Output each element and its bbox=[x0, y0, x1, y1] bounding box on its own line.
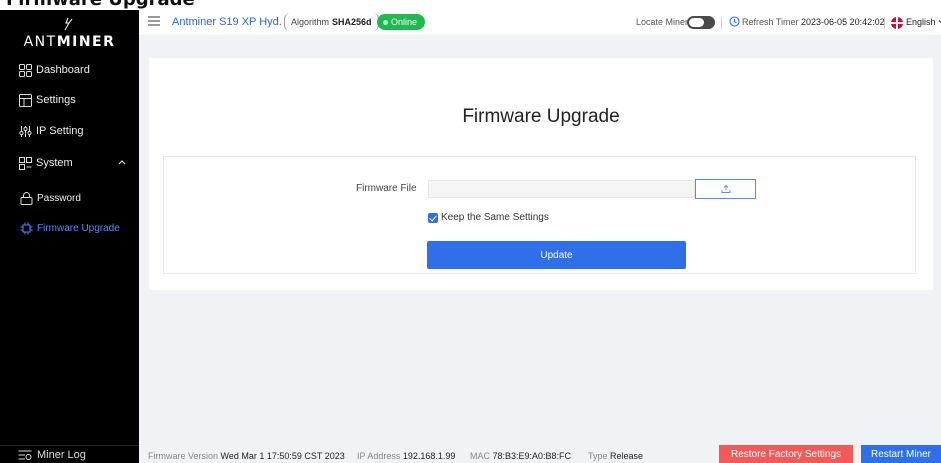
keep-settings-checkbox[interactable] bbox=[428, 213, 438, 223]
sidebar-item-label: Password bbox=[37, 192, 81, 204]
firmware-type-value: Release bbox=[610, 451, 644, 461]
firmware-version: Firmware Version Wed Mar 1 17:50:59 CST … bbox=[148, 451, 345, 461]
firmware-file-label: Firmware File bbox=[356, 183, 417, 194]
sidebar-item-label: Settings bbox=[36, 94, 76, 106]
ip-address: IP Address 192.168.1.99 bbox=[357, 451, 456, 461]
firmware-version-value: Wed Mar 1 17:50:59 CST 2023 bbox=[220, 451, 345, 461]
update-button[interactable]: Update bbox=[427, 241, 686, 269]
sidebar-item-label: Firmware Upgrade bbox=[37, 222, 120, 234]
network-icon bbox=[18, 124, 32, 138]
antminer-logo: ANTMINER bbox=[0, 10, 139, 50]
sidebar-item-password[interactable]: Password bbox=[0, 187, 139, 209]
ip-address-value: 192.168.1.99 bbox=[402, 451, 456, 461]
sidebar: ANTMINER Dashboard Settings IP Setting S… bbox=[0, 10, 139, 463]
sidebar-item-system[interactable]: System bbox=[0, 152, 139, 174]
system-icon bbox=[18, 156, 32, 170]
timer-icon[interactable] bbox=[729, 16, 740, 30]
refresh-timer-label: Refresh Timer bbox=[742, 17, 799, 27]
upload-icon bbox=[721, 184, 730, 193]
restart-miner-button[interactable]: Restart Miner bbox=[861, 445, 941, 463]
algorithm-badge: Algorithm SHA256d bbox=[284, 13, 379, 31]
upload-button[interactable] bbox=[695, 179, 756, 199]
header-divider bbox=[884, 17, 885, 29]
main-content: Firmware Upgrade Firmware File Keep the … bbox=[139, 36, 941, 445]
sidebar-item-dashboard[interactable]: Dashboard bbox=[0, 59, 139, 81]
mac-address-value: 78:B3:E9:A0:B8:FC bbox=[492, 451, 572, 461]
algorithm-label: Algorithm bbox=[291, 17, 330, 27]
status-label: Online bbox=[391, 17, 418, 27]
sidebar-item-firmware-upgrade[interactable]: Firmware Upgrade bbox=[0, 217, 139, 239]
cropped-heading-strip: Firmware Upgrade bbox=[0, 0, 941, 10]
sidebar-item-label: Dashboard bbox=[36, 64, 90, 76]
firmware-upgrade-card: Firmware Upgrade Firmware File Keep the … bbox=[149, 58, 933, 290]
algorithm-value: SHA256d bbox=[332, 17, 372, 27]
top-header: Antminer S19 XP Hyd. Algorithm SHA256d O… bbox=[139, 10, 941, 36]
menu-icon[interactable] bbox=[148, 16, 160, 29]
status-footer: Firmware Version Wed Mar 1 17:50:59 CST … bbox=[139, 445, 941, 463]
sidebar-item-ip-setting[interactable]: IP Setting bbox=[0, 120, 139, 142]
toggle-knob bbox=[689, 18, 704, 27]
refresh-timer[interactable]: Refresh Timer 2023-06-05 20:42:02 bbox=[742, 17, 885, 27]
grid-icon bbox=[18, 63, 32, 77]
sidebar-item-label: IP Setting bbox=[36, 125, 84, 137]
refresh-timer-value: 2023-06-05 20:42:02 bbox=[801, 17, 885, 27]
log-icon bbox=[18, 449, 32, 461]
locate-miner-label: Locate Miner bbox=[636, 17, 689, 27]
chip-icon bbox=[19, 221, 33, 235]
mac-address: MAC 78:B3:E9:A0:B8:FC bbox=[470, 451, 572, 461]
keep-settings-label[interactable]: Keep the Same Settings bbox=[441, 212, 549, 223]
status-badge: Online bbox=[377, 14, 426, 30]
locate-miner-toggle[interactable] bbox=[687, 16, 715, 29]
sidebar-item-label: System bbox=[36, 157, 73, 169]
uk-flag-icon bbox=[891, 17, 903, 29]
lock-icon bbox=[19, 191, 33, 205]
firmware-type: Type Release bbox=[588, 451, 644, 461]
firmware-upgrade-form: Firmware File Keep the Same Settings Upd… bbox=[163, 156, 916, 274]
status-dot-icon bbox=[383, 19, 388, 25]
chevron-up-icon[interactable] bbox=[117, 157, 127, 170]
miner-log-label: Miner Log bbox=[37, 448, 86, 461]
firmware-file-input[interactable] bbox=[428, 180, 695, 198]
restore-factory-settings-button[interactable]: Restore Factory Settings bbox=[719, 445, 853, 463]
sidebar-item-settings[interactable]: Settings bbox=[0, 89, 139, 111]
miner-log-link[interactable]: Miner Log bbox=[0, 445, 139, 463]
logo-mark-icon bbox=[62, 17, 74, 34]
brand-name: ANTMINER bbox=[23, 34, 116, 50]
header-divider bbox=[721, 17, 722, 29]
language-selector[interactable]: English bbox=[906, 17, 941, 27]
language-label: English bbox=[906, 17, 936, 27]
miner-model: Antminer S19 XP Hyd. bbox=[172, 16, 282, 28]
page-title: Firmware Upgrade bbox=[462, 106, 620, 127]
settings-icon bbox=[18, 93, 32, 107]
cropped-heading: Firmware Upgrade bbox=[6, 0, 195, 10]
